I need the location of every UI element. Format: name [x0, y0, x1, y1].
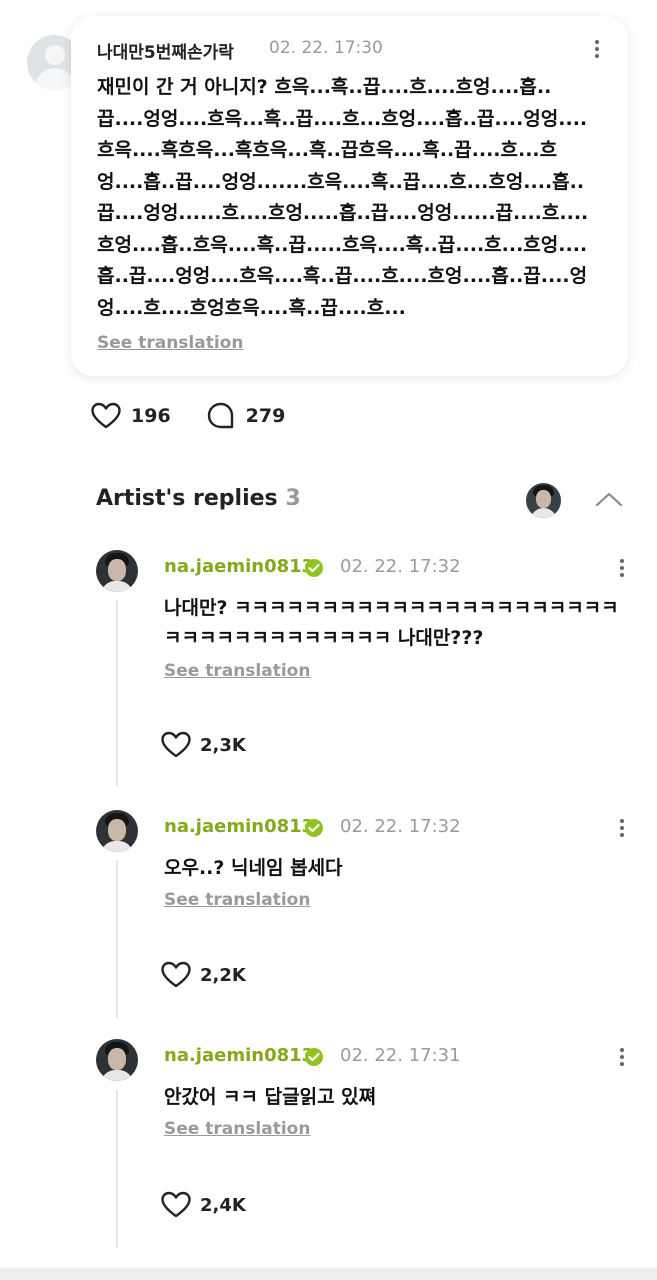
thread-line: [116, 600, 118, 786]
post-timestamp: 02. 22. 17:30: [269, 38, 383, 58]
chevron-up-icon[interactable]: [594, 490, 624, 508]
like-count: 2,4K: [200, 1194, 246, 1216]
reply-text: 나대만? ㅋㅋㅋㅋㅋㅋㅋㅋㅋㅋㅋㅋㅋㅋㅋㅋㅋㅋㅋㅋㅋㅋㅋㅋㅋㅋㅋㅋㅋㅋㅋㅋㅋㅋㅋ…: [164, 597, 619, 649]
post-stats: 196 279: [90, 400, 319, 432]
like-count: 2,3K: [200, 734, 246, 756]
more-icon[interactable]: [594, 40, 600, 60]
reply-username[interactable]: na.jaemin0813: [164, 1045, 314, 1066]
verified-badge-icon: [305, 819, 323, 837]
heart-icon[interactable]: [160, 729, 192, 761]
artist-replies-count: 3: [285, 486, 301, 511]
heart-icon[interactable]: [160, 959, 192, 991]
like-count: 196: [131, 405, 171, 427]
see-translation-link[interactable]: See translation: [164, 1119, 310, 1139]
avatar[interactable]: [96, 810, 138, 852]
reply-timestamp: 02. 22. 17:31: [340, 1045, 461, 1066]
reply-like: 2,4K: [160, 1189, 280, 1221]
reply-text: 안갔어 ㅋㅋ 답글읽고 있쪄: [164, 1086, 377, 1108]
verified-badge-icon: [305, 1048, 323, 1066]
more-icon[interactable]: [619, 819, 625, 839]
avatar[interactable]: [96, 550, 138, 592]
artist-replies-label: Artist's replies: [96, 486, 278, 511]
more-icon[interactable]: [619, 559, 625, 579]
reply-like: 2,2K: [160, 959, 280, 991]
artist-avatar[interactable]: [526, 483, 561, 518]
more-icon[interactable]: [619, 1048, 625, 1068]
post-body: 재민이 간 거 아니지? 흐윽...흑..끕....흐....흐엉....흡..…: [97, 76, 589, 319]
thread-line: [116, 860, 118, 1018]
thread-line: [116, 1090, 118, 1248]
see-translation-link[interactable]: See translation: [164, 890, 310, 910]
reply-username[interactable]: na.jaemin0813: [164, 556, 314, 577]
comment-icon[interactable]: [205, 400, 237, 432]
verified-badge-icon: [305, 559, 323, 577]
artist-replies-title: Artist's replies 3: [96, 486, 301, 511]
post-author-name[interactable]: 나대만5번째손가락: [97, 38, 234, 63]
see-translation-link[interactable]: See translation: [164, 661, 310, 681]
reply-like: 2,3K: [160, 729, 280, 761]
heart-icon[interactable]: [90, 400, 122, 432]
reply-timestamp: 02. 22. 17:32: [340, 816, 461, 837]
comment-count: 279: [245, 405, 286, 427]
like-count: 2,2K: [200, 964, 246, 986]
reply-timestamp: 02. 22. 17:32: [340, 556, 461, 577]
reply-text: 오우..? 닉네임 봅세다: [164, 857, 343, 879]
default-avatar-icon: [45, 45, 65, 65]
reply-username[interactable]: na.jaemin0813: [164, 816, 314, 837]
see-translation-link[interactable]: See translation: [97, 333, 243, 353]
heart-icon[interactable]: [160, 1189, 192, 1221]
avatar[interactable]: [96, 1039, 138, 1081]
post-card: 나대만5번째손가락 02. 22. 17:30 재민이 간 거 아니지? 흐윽.…: [71, 16, 628, 376]
bottom-divider: [0, 1268, 657, 1280]
